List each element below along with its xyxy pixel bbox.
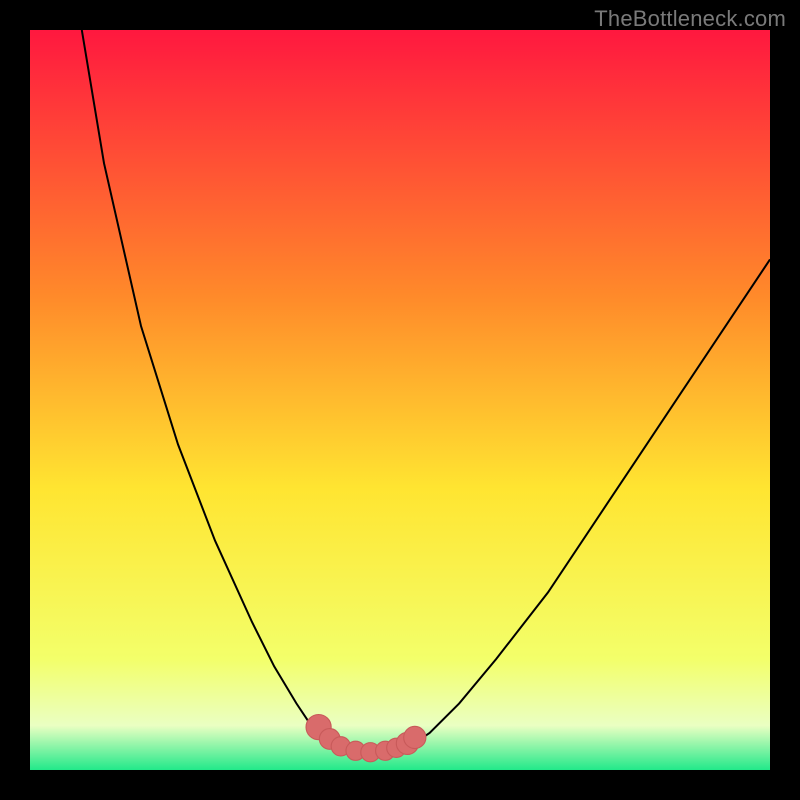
gradient-background <box>30 30 770 770</box>
chart-svg <box>30 30 770 770</box>
outer-frame: TheBottleneck.com <box>0 0 800 800</box>
plot-area <box>30 30 770 770</box>
valley-marker <box>404 726 426 748</box>
watermark-text: TheBottleneck.com <box>594 6 786 32</box>
